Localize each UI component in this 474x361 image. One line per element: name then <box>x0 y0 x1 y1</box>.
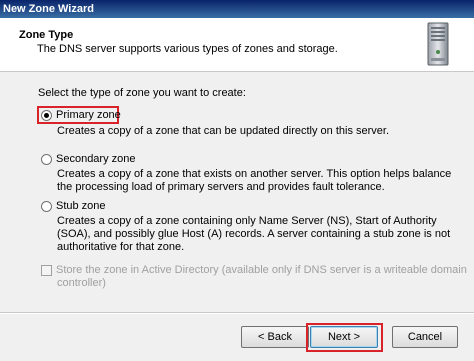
stub-zone-option[interactable]: Stub zone <box>41 199 106 213</box>
zone-type-prompt: Select the type of zone you want to crea… <box>38 87 246 99</box>
stub-zone-description: Creates a copy of a zone containing only… <box>57 215 450 254</box>
description-line: Creates a copy of a zone containing only… <box>57 215 437 227</box>
ad-store-label-continued: controller) <box>57 277 106 289</box>
server-icon <box>427 22 449 66</box>
secondary-zone-radio[interactable] <box>41 153 52 165</box>
description-line: Creates a copy of a zone that exists on … <box>57 168 452 180</box>
back-button[interactable]: < Back <box>241 326 309 348</box>
primary-zone-label[interactable]: Primary zone <box>56 109 121 121</box>
ad-store-label: Store the zone in Active Directory (avai… <box>56 264 467 276</box>
primary-zone-description: Creates a copy of a zone that can be upd… <box>57 125 389 138</box>
ad-store-option: Store the zone in Active Directory (avai… <box>41 263 467 277</box>
window-title: New Zone Wizard <box>0 0 474 18</box>
primary-zone-option[interactable]: Primary zone <box>41 108 121 122</box>
secondary-zone-label[interactable]: Secondary zone <box>56 153 136 165</box>
description-line: (SOA), and possibly glue Host (A) record… <box>57 228 451 240</box>
description-line: the processing load of primary servers a… <box>57 181 385 193</box>
secondary-zone-option[interactable]: Secondary zone <box>41 152 136 166</box>
next-button[interactable]: Next > <box>310 326 378 348</box>
cancel-button[interactable]: Cancel <box>392 326 458 348</box>
page-title: Zone Type <box>19 29 74 41</box>
stub-zone-radio[interactable] <box>41 200 52 212</box>
description-line: authoritative for that zone. <box>57 241 185 253</box>
page-subtitle: The DNS server supports various types of… <box>37 43 338 55</box>
secondary-zone-description: Creates a copy of a zone that exists on … <box>57 168 451 194</box>
footer-separator <box>0 312 474 314</box>
stub-zone-label[interactable]: Stub zone <box>56 200 106 212</box>
primary-zone-radio[interactable] <box>41 109 52 121</box>
wizard-header: Zone Type The DNS server supports variou… <box>0 18 474 72</box>
ad-store-checkbox <box>41 264 52 276</box>
description-line: Creates a copy of a zone that can be upd… <box>57 125 390 137</box>
